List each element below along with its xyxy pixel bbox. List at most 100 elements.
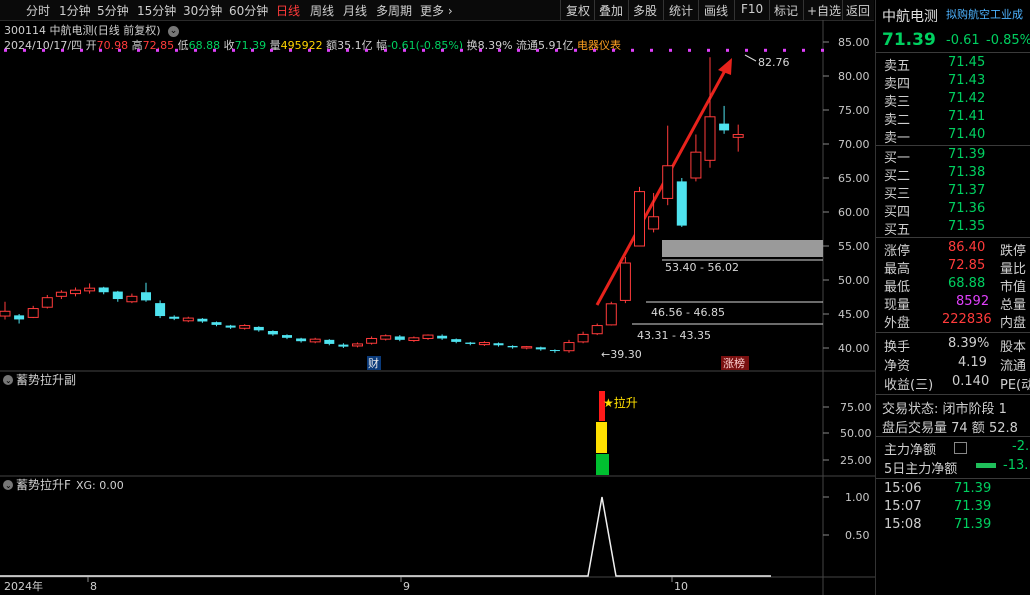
mark-button[interactable]: 标记 [774,2,798,19]
candle-up[interactable] [380,335,392,340]
candle-down[interactable] [267,331,278,335]
candle-down[interactable] [437,335,448,339]
candle-down[interactable] [535,347,546,350]
candle-up[interactable] [0,310,11,317]
period-daily[interactable]: 日线 [276,2,300,19]
net-asset-value: 4.19 [958,355,987,370]
candle-up[interactable] [182,317,194,322]
candle-down[interactable] [549,350,560,352]
chevron-right-icon: › [444,4,453,18]
candle-down[interactable] [141,292,151,301]
candle-up[interactable] [309,338,321,343]
period-1min[interactable]: 1分钟 [59,2,91,19]
candle-up[interactable] [577,333,589,343]
candle-down[interactable] [676,181,687,226]
tick-price: 71.39 [954,517,992,532]
dot-mark [194,48,197,52]
ask3-price[interactable]: 71.42 [948,91,985,106]
candle-down[interactable] [225,325,236,328]
candle-down[interactable] [451,339,462,342]
candle-up[interactable] [352,343,363,347]
list-icon[interactable] [954,442,967,454]
period-weekly[interactable]: 周线 [310,2,334,19]
bid5-price[interactable]: 71.35 [948,219,985,234]
candle-up[interactable] [408,337,420,342]
period-fenshi[interactable]: 分时 [26,2,50,19]
candle-up[interactable] [41,297,53,308]
concept-link[interactable]: 拟购航空工业成 [946,6,1023,22]
dot-mark [23,48,26,52]
add-watchlist-button[interactable]: +自选 [807,2,841,19]
back-button[interactable]: 返回 [846,2,870,19]
candle-up[interactable] [27,308,39,318]
candle-down[interactable] [112,291,123,300]
candle-up[interactable] [239,325,251,329]
candle-up[interactable] [690,151,702,179]
period-multi[interactable]: 多周期 [376,2,412,19]
candle-up[interactable] [648,216,660,230]
candle-up[interactable] [521,346,533,349]
candle-down[interactable] [169,316,180,319]
period-60min[interactable]: 60分钟 [229,2,268,19]
candle-up[interactable] [605,303,617,326]
candle-up[interactable] [422,334,434,339]
xaxis-oct: 10 [674,580,688,593]
period-15min[interactable]: 15分钟 [137,2,176,19]
dot-mark [346,48,349,52]
candle-up[interactable] [366,337,378,344]
candle-up[interactable] [591,325,603,335]
bid1-price[interactable]: 71.39 [948,147,985,162]
candle-up[interactable] [55,291,67,297]
dot-mark [726,48,729,52]
candle-down[interactable] [197,318,208,322]
stats-button[interactable]: 统计 [669,2,693,19]
candle-down[interactable] [493,343,504,346]
candle-up[interactable] [478,342,490,346]
bid3-price[interactable]: 71.37 [948,183,985,198]
bid4-price[interactable]: 71.36 [948,201,985,216]
period-toolbar: 分时 1分钟 5分钟 15分钟 30分钟 60分钟 日线 周线 月线 多周期 更… [0,0,874,21]
candle-down[interactable] [253,326,264,331]
low-value: 68.88 [948,276,986,291]
candle-down[interactable] [155,303,166,317]
candle-down[interactable] [324,339,335,344]
candle-down[interactable] [507,345,518,348]
period-30min[interactable]: 30分钟 [183,2,222,19]
candle-down[interactable] [394,336,405,340]
candle-down[interactable] [98,287,109,293]
overlay-button[interactable]: 叠加 [599,2,623,19]
multi-stock-button[interactable]: 多股 [633,2,657,19]
candle-up[interactable] [662,165,674,199]
period-monthly[interactable]: 月线 [343,2,367,19]
more-periods-button[interactable]: 更多 › [420,2,453,19]
bid2-price[interactable]: 71.38 [948,165,985,180]
adjust-button[interactable]: 复权 [566,2,590,19]
candle-up[interactable] [563,342,575,352]
ask5-price[interactable]: 71.45 [948,55,985,70]
ask2-price[interactable]: 71.41 [948,109,985,124]
candle-up[interactable] [704,116,716,161]
candle-down[interactable] [719,123,730,131]
draw-line-button[interactable]: 画线 [704,2,728,19]
candle-up[interactable] [619,262,631,301]
dot-mark [536,48,539,52]
candle-down[interactable] [338,344,349,347]
candle-up[interactable] [732,134,744,138]
candle-down[interactable] [296,338,307,342]
main-y-axis: 85.00 80.00 75.00 70.00 65.00 60.00 55.00 50.00… [823,36,870,355]
candle-up[interactable] [70,289,81,295]
outer-vol-value: 222836 [942,312,992,327]
candle-down[interactable] [211,322,222,325]
candle-up[interactable] [634,191,645,247]
kline-chart[interactable]: 85.00 80.00 75.00 70.00 65.00 60.00 55.00 50.00… [0,20,875,595]
candle-up[interactable] [126,295,138,303]
candle-down[interactable] [282,335,292,338]
candle-down[interactable] [14,315,25,320]
ask4-price[interactable]: 71.43 [948,73,985,88]
candle-up[interactable] [84,287,96,292]
period-5min[interactable]: 5分钟 [97,2,129,19]
candle-down[interactable] [465,342,476,344]
resistance-zone-bar [662,240,823,257]
ask1-price[interactable]: 71.40 [948,127,985,142]
f10-button[interactable]: F10 [741,2,763,16]
